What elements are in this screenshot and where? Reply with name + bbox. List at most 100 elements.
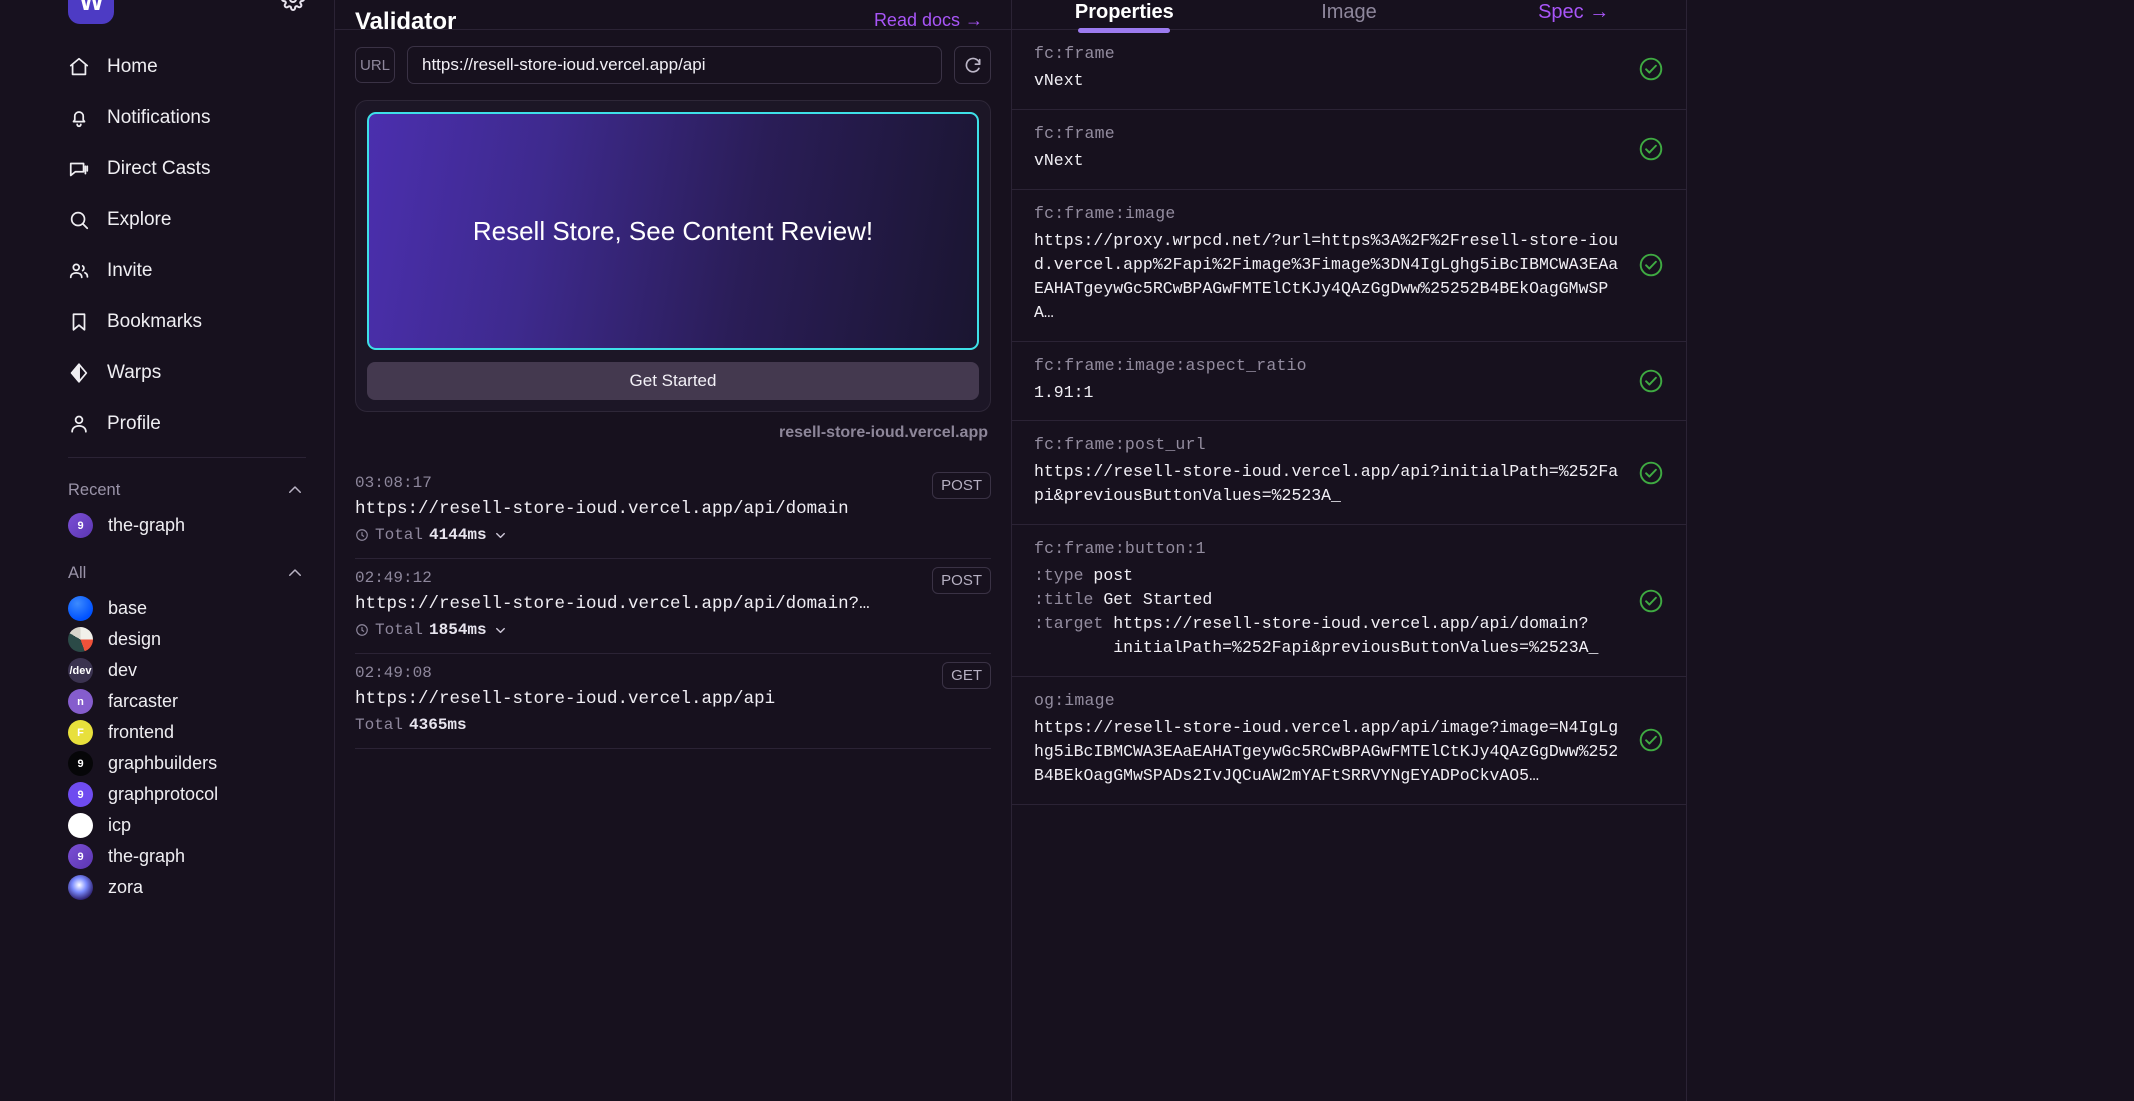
url-input[interactable] bbox=[407, 46, 942, 84]
channel-label: base bbox=[108, 598, 148, 618]
check-circle-icon bbox=[1638, 460, 1664, 486]
channel-label: farcaster bbox=[108, 691, 179, 711]
check-circle-icon bbox=[1638, 727, 1664, 753]
status-badge: POST bbox=[932, 567, 991, 594]
property-value: :type post :title Get Started :target ht… bbox=[1034, 564, 1619, 660]
channel-avatar bbox=[68, 627, 93, 652]
app-root: W Home Notifications Direct Casts Explor… bbox=[0, 0, 2134, 1101]
tab-properties[interactable]: Properties bbox=[1012, 1, 1237, 29]
list-item[interactable]: 9 the-graph bbox=[0, 841, 334, 872]
frame-preview-image: Resell Store, See Content Review! bbox=[367, 112, 979, 350]
list-item[interactable]: ∞ icp bbox=[0, 810, 334, 841]
read-docs-link[interactable]: Read docs → bbox=[874, 9, 983, 31]
channel-label: zora bbox=[108, 877, 144, 897]
list-item[interactable]: zora bbox=[0, 872, 334, 903]
sidebar-item-profile[interactable]: Profile bbox=[0, 405, 334, 443]
frame-action-button[interactable]: Get Started bbox=[367, 362, 979, 400]
validator-panel: Validator Read docs → URL Resell Store, … bbox=[335, 0, 1012, 1101]
sidebar-item-home[interactable]: Home bbox=[0, 48, 334, 86]
chevron-up-icon[interactable] bbox=[286, 481, 304, 499]
property-key: fc:frame:button:1 bbox=[1034, 539, 1206, 559]
property-key: fc:frame:image:aspect_ratio bbox=[1034, 355, 1307, 375]
check-circle-icon bbox=[1638, 136, 1664, 162]
sidebar-item-label: Explore bbox=[107, 209, 172, 230]
all-label: All bbox=[68, 563, 87, 582]
button-target-value: https://resell-store-ioud.vercel.app/api… bbox=[1113, 614, 1599, 658]
recent-section-header[interactable]: Recent bbox=[0, 470, 334, 510]
log-timestamp: 02:49:12 bbox=[355, 569, 432, 587]
log-total[interactable]: Total 4144ms bbox=[355, 526, 991, 544]
clock-icon bbox=[355, 528, 369, 542]
sidebar: W Home Notifications Direct Casts Explor… bbox=[0, 0, 335, 1101]
channel-label: graphbuilders bbox=[108, 753, 218, 773]
property-row: fc:frame:post_url https://resell-store-i… bbox=[1012, 421, 1686, 526]
tab-image[interactable]: Image bbox=[1237, 1, 1462, 29]
chevron-up-icon[interactable] bbox=[286, 564, 304, 582]
log-total-value: 1854ms bbox=[429, 621, 487, 639]
list-item[interactable]: Ffrontend bbox=[0, 717, 334, 748]
refresh-icon[interactable] bbox=[954, 46, 991, 84]
log-total-value: 4144ms bbox=[429, 526, 487, 544]
log-total[interactable]: Total 1854ms bbox=[355, 621, 991, 639]
log-total: Total 4365ms bbox=[355, 716, 991, 734]
chevron-down-icon[interactable] bbox=[493, 528, 508, 543]
button-target-label: :target bbox=[1034, 614, 1104, 634]
sidebar-item-label: Bookmarks bbox=[107, 311, 203, 332]
gear-icon[interactable] bbox=[280, 0, 306, 12]
sidebar-item-label: Warps bbox=[107, 362, 162, 383]
channel-label: graphprotocol bbox=[108, 784, 219, 804]
property-row: fc:frame vNext bbox=[1012, 110, 1686, 190]
person-icon bbox=[68, 413, 90, 435]
url-label: URL bbox=[355, 47, 395, 83]
sidebar-item-notifications[interactable]: Notifications bbox=[0, 99, 334, 137]
sidebar-item-explore[interactable]: Explore bbox=[0, 201, 334, 239]
property-row: fc:frame:button:1 :type post :title Get … bbox=[1012, 525, 1686, 677]
channel-label: the-graph bbox=[108, 515, 186, 535]
properties-panel: Properties Image Spec → fc:frame vNext f… bbox=[1012, 0, 1687, 1101]
sidebar-item-label: Profile bbox=[107, 413, 161, 434]
warpcast-logo[interactable]: W bbox=[68, 0, 114, 24]
status-badge: POST bbox=[932, 472, 991, 499]
log-timestamp: 02:49:08 bbox=[355, 664, 432, 682]
search-icon bbox=[68, 209, 90, 231]
users-icon bbox=[68, 260, 90, 282]
log-total-label: Total bbox=[375, 526, 424, 544]
request-log-list: 03:08:17 https://resell-store-ioud.verce… bbox=[335, 464, 1011, 749]
check-circle-icon bbox=[1638, 588, 1664, 614]
property-value: vNext bbox=[1034, 71, 1084, 90]
sidebar-item-label: Direct Casts bbox=[107, 158, 211, 179]
list-item[interactable]: design bbox=[0, 624, 334, 655]
property-value: https://resell-store-ioud.vercel.app/api… bbox=[1034, 717, 1619, 785]
chat-bubbles-icon bbox=[68, 158, 90, 180]
sidebar-item-bookmarks[interactable]: Bookmarks bbox=[0, 303, 334, 341]
property-value: https://proxy.wrpcd.net/?url=https%3A%2F… bbox=[1034, 230, 1619, 322]
button-title-value: Get Started bbox=[1103, 590, 1213, 610]
property-key: fc:frame bbox=[1034, 44, 1115, 63]
list-item[interactable]: base bbox=[0, 593, 334, 624]
channel-avatar: /dev bbox=[68, 658, 93, 683]
property-key: og:image bbox=[1034, 690, 1115, 710]
sidebar-item-direct-casts[interactable]: Direct Casts bbox=[0, 150, 334, 188]
all-section-header[interactable]: All bbox=[0, 553, 334, 593]
table-row[interactable]: 02:49:12 https://resell-store-ioud.verce… bbox=[355, 559, 991, 654]
sidebar-item-invite[interactable]: Invite bbox=[0, 252, 334, 290]
frame-preview-card: Resell Store, See Content Review! Get St… bbox=[355, 100, 991, 412]
channel-label: design bbox=[108, 629, 162, 649]
list-item[interactable]: 9 the-graph bbox=[0, 510, 334, 541]
tab-spec[interactable]: Spec → bbox=[1461, 1, 1686, 29]
channel-avatar: 9 bbox=[68, 844, 93, 869]
chevron-down-icon[interactable] bbox=[493, 623, 508, 638]
channel-label: dev bbox=[108, 660, 138, 680]
list-item[interactable]: 9 graphprotocol bbox=[0, 779, 334, 810]
table-row[interactable]: 02:49:08 https://resell-store-ioud.verce… bbox=[355, 654, 991, 749]
channel-label: the-graph bbox=[108, 846, 186, 866]
log-timestamp: 03:08:17 bbox=[355, 474, 432, 492]
list-item[interactable]: /dev dev bbox=[0, 655, 334, 686]
bell-icon bbox=[68, 107, 90, 129]
list-item[interactable]: n farcaster bbox=[0, 686, 334, 717]
empty-right-area bbox=[1687, 0, 2134, 1101]
sidebar-item-label: Invite bbox=[107, 260, 153, 281]
sidebar-item-warps[interactable]: Warps bbox=[0, 354, 334, 392]
list-item[interactable]: 9 graphbuilders bbox=[0, 748, 334, 779]
table-row[interactable]: 03:08:17 https://resell-store-ioud.verce… bbox=[355, 464, 991, 559]
